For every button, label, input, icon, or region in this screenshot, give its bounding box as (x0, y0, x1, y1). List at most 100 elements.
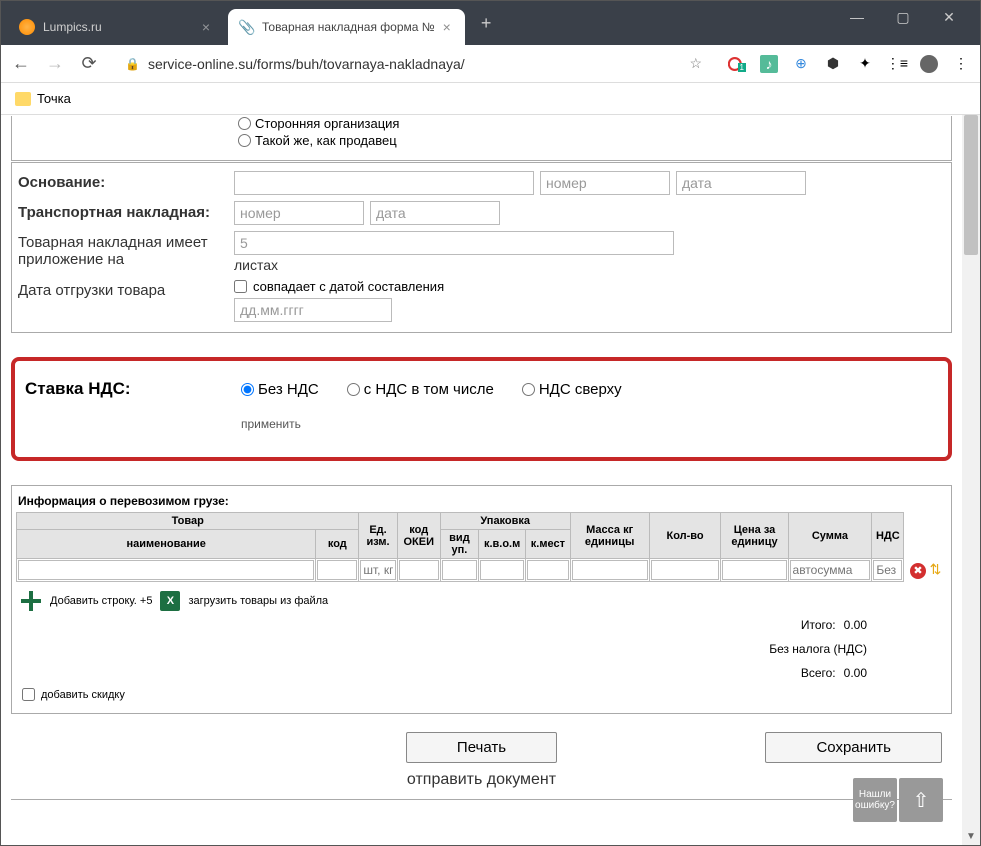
scroll-top-button[interactable]: ⇧ (899, 778, 943, 822)
vertical-scrollbar[interactable]: ▲ ▼ (962, 115, 980, 845)
maximize-button[interactable]: ▢ (880, 1, 926, 33)
nds-opt-included[interactable]: с НДС в том числе (347, 381, 494, 398)
attachment-unit: листах (234, 257, 674, 273)
delete-row-icon[interactable]: ✖ (910, 563, 926, 579)
excel-icon[interactable]: X (160, 591, 180, 611)
tab-title: Товарная накладная форма № (262, 20, 435, 34)
th-pack1: вид уп. (440, 530, 478, 559)
transport-date-input[interactable] (370, 201, 500, 225)
nds-opt-none[interactable]: Без НДС (241, 381, 319, 398)
th-sum: Сумма (788, 513, 872, 559)
bookmark-tochka[interactable]: Точка (37, 91, 71, 106)
new-tab-button[interactable]: + (469, 9, 504, 38)
transport-number-input[interactable] (234, 201, 364, 225)
favicon-lumpics (19, 19, 35, 35)
th-price: Цена за единицу (721, 513, 788, 559)
tab-title: Lumpics.ru (43, 20, 102, 34)
cell-ed-input[interactable] (360, 560, 395, 580)
th-name: наименование (17, 530, 316, 559)
total-vsego-label: Всего: (801, 666, 836, 680)
radio-label: Такой же, как продавец (255, 133, 397, 148)
attachment-label: Товарная накладная имеет приложение на (18, 231, 228, 268)
nds-radio-none[interactable] (241, 383, 254, 396)
basis-date-input[interactable] (676, 171, 806, 195)
payer-radio-same[interactable] (238, 134, 251, 147)
extension-icons: 1 ♪ ⊕ ⬢ ✦ ⋮≡ ⋮ (728, 55, 970, 73)
total-itogo-label: Итого: (801, 618, 836, 632)
back-button[interactable]: ← (11, 54, 31, 74)
nds-radio-included[interactable] (347, 383, 360, 396)
tab-form[interactable]: 📎 Товарная накладная форма № × (228, 9, 465, 45)
reload-button[interactable]: ⟳ (79, 54, 99, 74)
cell-sum-input[interactable] (790, 560, 871, 580)
add-row-icon[interactable] (20, 590, 42, 612)
forward-button[interactable]: → (45, 54, 65, 74)
tab-lumpics[interactable]: Lumpics.ru × (9, 9, 224, 45)
cell-pack1-input[interactable] (442, 560, 477, 580)
ship-date-input[interactable] (234, 298, 392, 322)
cell-code-input[interactable] (317, 560, 357, 580)
folder-icon (15, 92, 31, 106)
nds-label: Ставка НДС: (25, 379, 241, 399)
found-error-button[interactable]: Нашли ошибку? (853, 778, 897, 822)
basis-input[interactable] (234, 171, 534, 195)
cell-pack3-input[interactable] (527, 560, 569, 580)
scroll-thumb[interactable] (964, 115, 978, 255)
payer-radio-external[interactable] (238, 117, 251, 130)
load-file-label[interactable]: загрузить товары из файла (188, 595, 328, 607)
minimize-button[interactable]: — (834, 1, 880, 33)
nds-apply-link[interactable]: применить (241, 417, 938, 431)
cell-okei-input[interactable] (399, 560, 439, 580)
save-button[interactable]: Сохранить (765, 732, 942, 763)
scroll-down-icon[interactable]: ▼ (962, 827, 980, 845)
bookmark-star-icon[interactable]: ☆ (689, 55, 702, 72)
extensions-icon[interactable]: ✦ (856, 55, 874, 73)
avatar-icon[interactable] (920, 55, 938, 73)
address-bar: ← → ⟳ 🔒 service-online.su/forms/buh/tova… (1, 45, 980, 83)
bookmarks-bar: Точка (1, 83, 980, 115)
discount-checkbox[interactable] (22, 688, 35, 701)
footer-buttons: Печать Сохранить (11, 732, 952, 763)
table-row: ✖ ⇅ (17, 559, 948, 582)
th-nds: НДС (872, 513, 904, 559)
th-ed: Ед. изм. (359, 513, 397, 559)
same-date-checkbox[interactable] (234, 280, 247, 293)
ext-box-icon[interactable]: ⬢ (824, 55, 842, 73)
cell-qty-input[interactable] (651, 560, 720, 580)
cargo-table: Товар Ед. изм. код ОКЕИ Упаковка Масса к… (16, 512, 947, 582)
discount-label: добавить скидку (41, 689, 125, 701)
nds-block: Ставка НДС: Без НДС с НДС в том числе (11, 357, 952, 461)
cell-nds-input[interactable] (873, 560, 902, 580)
print-button[interactable]: Печать (406, 732, 557, 763)
attachment-input[interactable] (234, 231, 674, 255)
radio-label: Сторонняя организация (255, 116, 399, 131)
transport-label: Транспортная накладная: (18, 201, 228, 221)
swap-row-icon[interactable]: ⇅ (930, 561, 942, 577)
close-window-button[interactable]: ✕ (926, 1, 972, 33)
url-field[interactable]: 🔒 service-online.su/forms/buh/tovarnaya-… (113, 55, 714, 72)
ext-opera-icon[interactable]: 1 (728, 55, 746, 73)
ext-list-icon[interactable]: ⋮≡ (888, 55, 906, 73)
cell-price-input[interactable] (722, 560, 786, 580)
help-box: Нашли ошибку? ⇧ (853, 778, 943, 822)
ext-music-icon[interactable]: ♪ (760, 55, 778, 73)
cell-mass-input[interactable] (572, 560, 648, 580)
total-vsego-value: 0.00 (844, 666, 867, 680)
th-pack: Упаковка (440, 513, 570, 530)
close-icon[interactable]: × (443, 19, 451, 35)
menu-icon[interactable]: ⋮ (952, 55, 970, 73)
nds-radio-top[interactable] (522, 383, 535, 396)
cell-pack2-input[interactable] (480, 560, 524, 580)
th-okei: код ОКЕИ (397, 513, 440, 559)
th-pack3: к.мест (526, 530, 571, 559)
send-document-link[interactable]: отправить документ (11, 771, 952, 789)
cell-name-input[interactable] (18, 560, 314, 580)
basis-number-input[interactable] (540, 171, 670, 195)
titlebar: Lumpics.ru × 📎 Товарная накладная форма … (1, 1, 980, 45)
add-row-label[interactable]: Добавить строку. +5 (50, 595, 152, 607)
basis-label: Основание: (18, 171, 228, 191)
nds-opt-top[interactable]: НДС сверху (522, 381, 622, 398)
total-itogo-value: 0.00 (844, 618, 867, 632)
close-icon[interactable]: × (202, 19, 210, 35)
ext-globe-icon[interactable]: ⊕ (792, 55, 810, 73)
